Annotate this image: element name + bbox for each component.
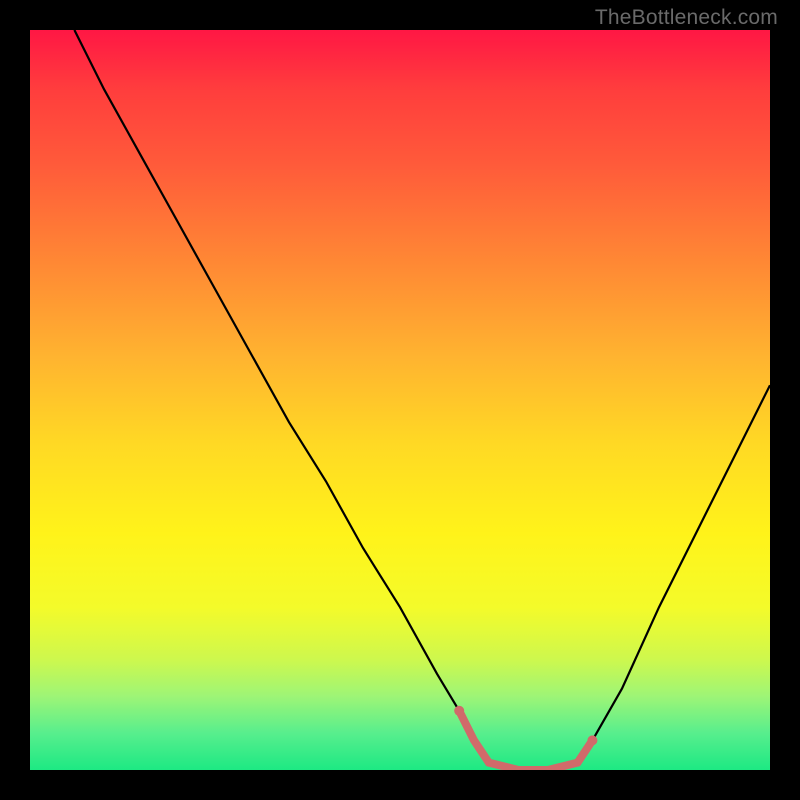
plot-area — [30, 30, 770, 770]
chart-frame: TheBottleneck.com — [0, 0, 800, 800]
curve-flat-highlight — [459, 711, 592, 770]
attribution-text: TheBottleneck.com — [595, 6, 778, 30]
curve-path — [74, 30, 770, 770]
highlight-dot-left — [454, 706, 464, 716]
bottleneck-curve — [30, 30, 770, 770]
highlight-dot-right — [587, 735, 597, 745]
